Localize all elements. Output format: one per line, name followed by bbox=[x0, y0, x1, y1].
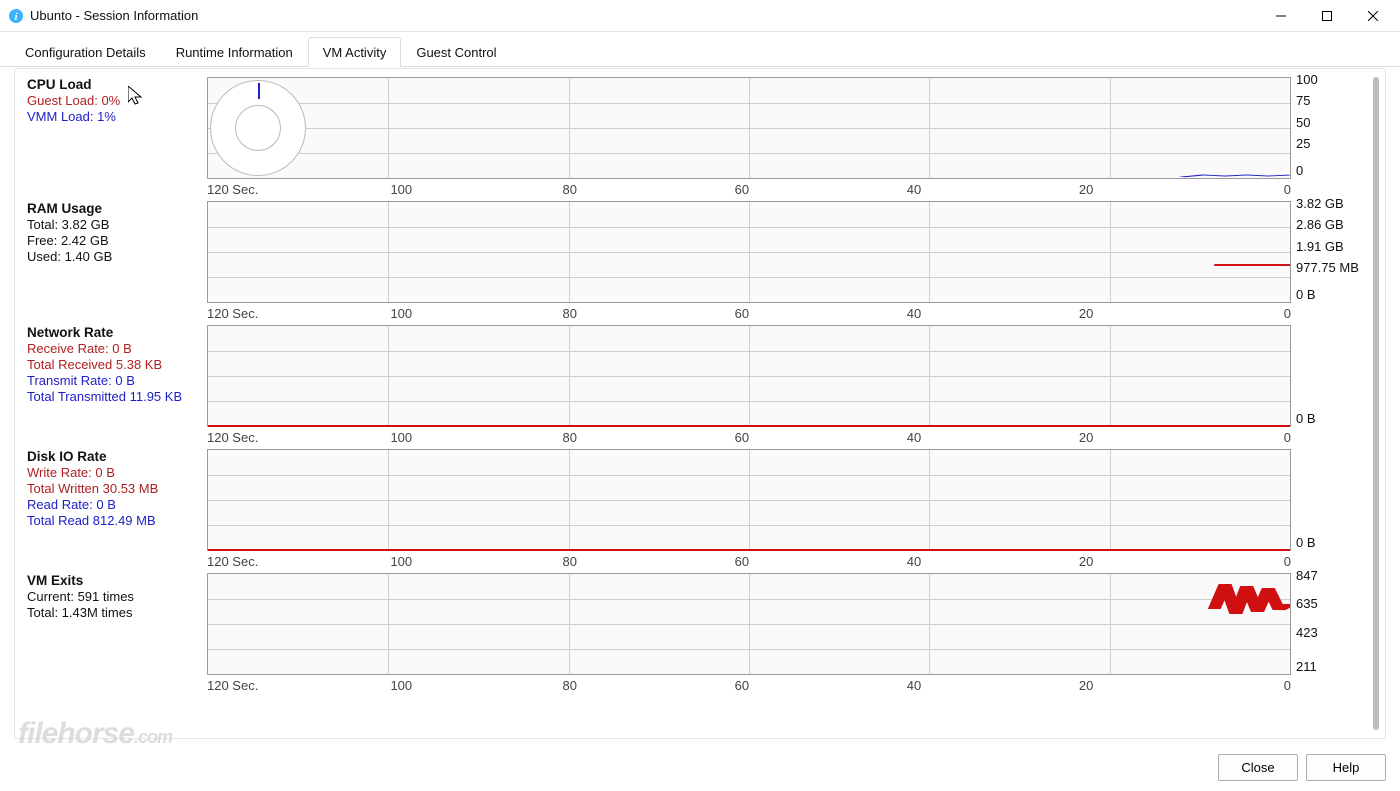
window-title: Ubunto - Session Information bbox=[30, 8, 198, 23]
network-chart: 0 B bbox=[207, 325, 1291, 427]
tab-vm-activity[interactable]: VM Activity bbox=[308, 37, 402, 67]
disk-xaxis: 120 Sec.100806040200 bbox=[207, 551, 1291, 569]
vmexits-yaxis: 847 635 423 211 bbox=[1290, 568, 1360, 668]
vmexits-xaxis: 120 Sec.100806040200 bbox=[207, 675, 1291, 693]
disk-io-section: Disk IO Rate Write Rate: 0 B Total Writt… bbox=[27, 449, 1361, 569]
vm-exits-section: VM Exits Current: 591 times Total: 1.43M… bbox=[27, 573, 1361, 693]
maximize-button[interactable] bbox=[1304, 0, 1350, 32]
disk-total-written: Total Written 30.53 MB bbox=[27, 481, 201, 497]
network-title: Network Rate bbox=[27, 325, 201, 340]
help-button[interactable]: Help bbox=[1306, 754, 1386, 781]
cpu-vmm-load: VMM Load: 1% bbox=[27, 109, 201, 125]
cpu-yaxis: 100 75 50 25 0 bbox=[1290, 72, 1360, 172]
network-total-received: Total Received 5.38 KB bbox=[27, 357, 201, 373]
disk-yaxis: 0 B bbox=[1290, 450, 1360, 550]
vmexits-chart: 847 635 423 211 bbox=[207, 573, 1291, 675]
network-xaxis: 120 Sec.100806040200 bbox=[207, 427, 1291, 445]
vmexits-total: Total: 1.43M times bbox=[27, 605, 201, 621]
cpu-load-section: CPU Load Guest Load: 0% VMM Load: 1% bbox=[27, 77, 1361, 197]
tab-configuration-details[interactable]: Configuration Details bbox=[10, 37, 161, 67]
ram-yaxis: 3.82 GB 2.86 GB 1.91 GB 977.75 MB 0 B bbox=[1290, 196, 1360, 296]
disk-write-rate: Write Rate: 0 B bbox=[27, 465, 201, 481]
app-icon: i bbox=[8, 8, 24, 24]
minimize-button[interactable] bbox=[1258, 0, 1304, 32]
vmexits-current: Current: 591 times bbox=[27, 589, 201, 605]
ram-title: RAM Usage bbox=[27, 201, 201, 216]
ram-usage-section: RAM Usage Total: 3.82 GB Free: 2.42 GB U… bbox=[27, 201, 1361, 321]
cpu-load-chart: 100 75 50 25 0 bbox=[207, 77, 1291, 179]
cpu-load-title: CPU Load bbox=[27, 77, 201, 92]
cpu-xaxis: 120 Sec.100806040200 bbox=[207, 179, 1291, 197]
tab-guest-control[interactable]: Guest Control bbox=[401, 37, 511, 67]
vmexits-title: VM Exits bbox=[27, 573, 201, 588]
watermark: filehorse.com bbox=[18, 717, 172, 751]
network-receive-rate: Receive Rate: 0 B bbox=[27, 341, 201, 357]
network-yaxis: 0 B bbox=[1290, 326, 1360, 426]
close-button[interactable]: Close bbox=[1218, 754, 1298, 781]
tab-runtime-information[interactable]: Runtime Information bbox=[161, 37, 308, 67]
tabstrip: Configuration Details Runtime Informatio… bbox=[0, 32, 1400, 67]
network-rate-section: Network Rate Receive Rate: 0 B Total Rec… bbox=[27, 325, 1361, 445]
ram-xaxis: 120 Sec.100806040200 bbox=[207, 303, 1291, 321]
ram-used: Used: 1.40 GB bbox=[27, 249, 201, 265]
disk-chart: 0 B bbox=[207, 449, 1291, 551]
cpu-guest-load: Guest Load: 0% bbox=[27, 93, 201, 109]
network-total-transmitted: Total Transmitted 11.95 KB bbox=[27, 389, 201, 405]
vertical-scrollbar[interactable] bbox=[1373, 77, 1379, 730]
close-window-button[interactable] bbox=[1350, 0, 1396, 32]
titlebar: i Ubunto - Session Information bbox=[0, 0, 1400, 32]
disk-total-read: Total Read 812.49 MB bbox=[27, 513, 201, 529]
network-transmit-rate: Transmit Rate: 0 B bbox=[27, 373, 201, 389]
disk-read-rate: Read Rate: 0 B bbox=[27, 497, 201, 513]
footer-buttons: Close Help bbox=[1218, 754, 1386, 781]
ram-chart: 3.82 GB 2.86 GB 1.91 GB 977.75 MB 0 B bbox=[207, 201, 1291, 303]
disk-title: Disk IO Rate bbox=[27, 449, 201, 464]
ram-free: Free: 2.42 GB bbox=[27, 233, 201, 249]
ram-total: Total: 3.82 GB bbox=[27, 217, 201, 233]
vm-activity-panel: CPU Load Guest Load: 0% VMM Load: 1% bbox=[14, 68, 1386, 739]
